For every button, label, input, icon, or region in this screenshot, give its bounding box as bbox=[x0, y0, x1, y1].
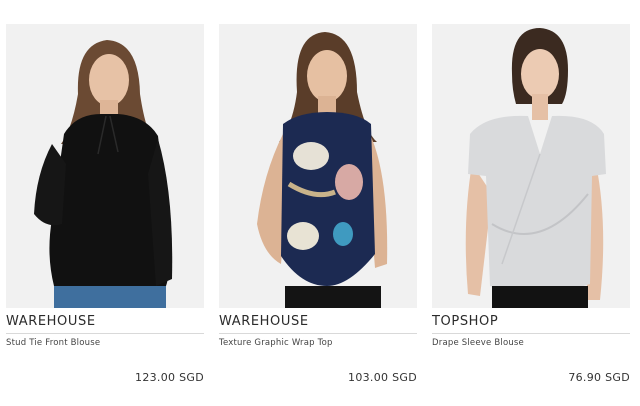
model-floral-top-icon bbox=[219, 24, 417, 308]
product-name[interactable]: Stud Tie Front Blouse bbox=[6, 338, 204, 348]
product-grid: WAREHOUSE Stud Tie Front Blouse 123.00 S… bbox=[0, 0, 640, 406]
product-brand[interactable]: WAREHOUSE bbox=[219, 314, 417, 334]
product-image[interactable] bbox=[6, 24, 204, 308]
product-image[interactable] bbox=[219, 24, 417, 308]
product-image[interactable] bbox=[432, 24, 630, 308]
product-card[interactable]: TOPSHOP Drape Sleeve Blouse 76.90 SGD bbox=[432, 24, 630, 406]
product-brand[interactable]: TOPSHOP bbox=[432, 314, 630, 334]
product-card[interactable]: WAREHOUSE Stud Tie Front Blouse 123.00 S… bbox=[6, 24, 204, 406]
product-card[interactable]: WAREHOUSE Texture Graphic Wrap Top 103.0… bbox=[219, 24, 417, 406]
product-brand[interactable]: WAREHOUSE bbox=[6, 314, 204, 334]
model-grey-blouse-icon bbox=[432, 24, 630, 308]
model-black-blouse-icon bbox=[6, 24, 204, 308]
product-name[interactable]: Drape Sleeve Blouse bbox=[432, 338, 630, 348]
product-price: 76.90 SGD bbox=[568, 371, 630, 384]
product-price: 123.00 SGD bbox=[135, 371, 204, 384]
product-price: 103.00 SGD bbox=[348, 371, 417, 384]
product-name[interactable]: Texture Graphic Wrap Top bbox=[219, 338, 417, 348]
